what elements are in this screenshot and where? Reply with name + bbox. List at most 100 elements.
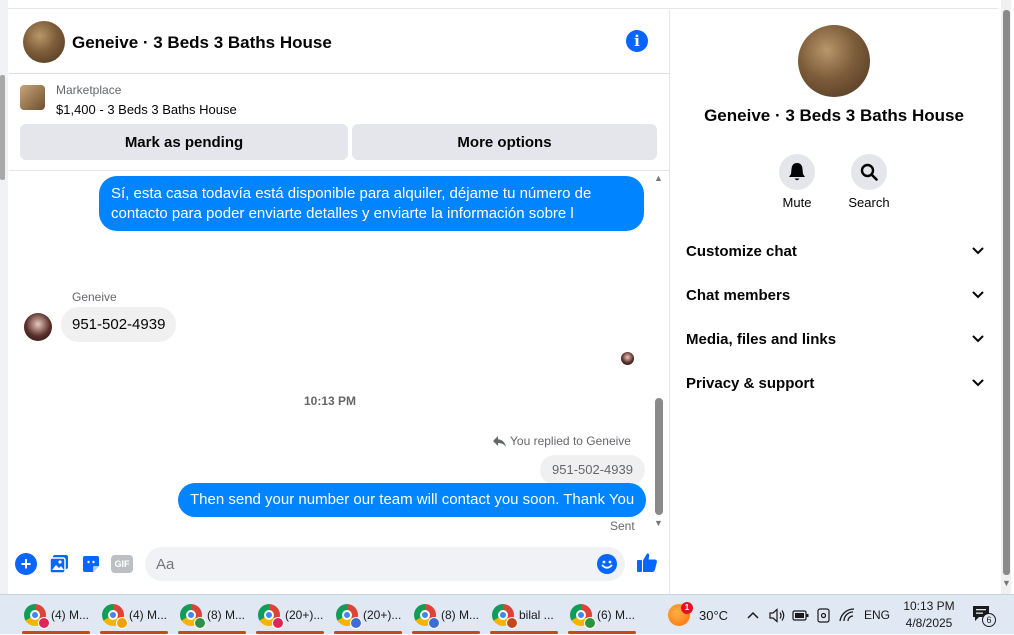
taskbar-item-label: (20+)...	[285, 608, 324, 622]
chrome-icon	[570, 604, 596, 629]
mute-label: Mute	[782, 195, 812, 210]
section-label: Privacy & support	[686, 374, 815, 392]
divider	[9, 170, 669, 171]
search-icon	[860, 163, 878, 181]
wifi-icon[interactable]	[839, 608, 855, 622]
scroll-down-arrow-icon[interactable]: ▼	[1002, 578, 1011, 588]
chevron-down-icon	[972, 335, 984, 343]
chrome-icon	[492, 604, 518, 629]
section-label: Customize chat	[686, 242, 797, 260]
profile-badge-icon	[506, 617, 518, 629]
more-options-button[interactable]: More options	[352, 124, 657, 160]
taskbar-item[interactable]: (20+)...	[332, 595, 404, 635]
chat-title[interactable]: Geneive · 3 Beds 3 Baths House	[72, 33, 332, 53]
panel-title: Geneive · 3 Beds 3 Baths House	[704, 106, 964, 125]
taskbar-item[interactable]: (4) M...	[98, 595, 170, 635]
chrome-icon	[180, 604, 206, 629]
taskbar-item-label: (20+)...	[363, 608, 402, 622]
battery-icon[interactable]	[792, 609, 809, 622]
chat-scroll-thumb[interactable]	[655, 398, 663, 515]
chevron-down-icon	[972, 379, 984, 387]
thumbs-up-icon[interactable]	[636, 551, 658, 573]
camera-icon[interactable]	[816, 607, 831, 623]
profile-badge-icon	[272, 617, 284, 629]
sender-avatar[interactable]	[24, 313, 52, 341]
section-customize-chat[interactable]: Customize chat	[686, 236, 984, 266]
reply-icon	[493, 435, 506, 447]
clock[interactable]: 10:13 PM 4/8/2025	[898, 598, 960, 632]
clock-date: 4/8/2025	[905, 616, 953, 630]
tray-icons: ENG	[746, 595, 890, 635]
chrome-icon	[102, 604, 128, 629]
seen-indicator-avatar	[621, 352, 634, 365]
taskbar-item[interactable]: (8) M...	[176, 595, 248, 635]
profile-badge-icon	[428, 617, 440, 629]
volume-icon[interactable]	[769, 607, 786, 623]
section-label: Media, files and links	[686, 330, 837, 348]
taskbar-item[interactable]: bilal ...	[488, 595, 560, 635]
scroll-up-arrow-icon[interactable]: ▲	[654, 173, 663, 183]
taskbar-item[interactable]: (6) M...	[566, 595, 638, 635]
reply-note: You replied to Geneive	[493, 434, 631, 448]
notification-icon[interactable]: 6	[972, 605, 996, 627]
sender-name: Geneive	[72, 290, 117, 304]
taskbar-item-label: (4) M...	[129, 608, 167, 622]
page-scroll-thumb[interactable]	[1003, 10, 1010, 575]
taskbar-item-label: bilal ...	[519, 608, 554, 622]
incoming-message[interactable]: 951-502-4939	[61, 307, 177, 342]
top-edge	[8, 0, 998, 9]
taskbar-item[interactable]: (8) M...	[410, 595, 482, 635]
weather-badge: 1	[681, 602, 693, 614]
temperature[interactable]: 30°C	[699, 595, 728, 635]
panel-divider	[669, 10, 670, 594]
taskbar-item-label: (4) M...	[51, 608, 89, 622]
message-input[interactable]	[145, 547, 625, 581]
replied-message-quote[interactable]: 951-502-4939	[540, 455, 645, 485]
plus-icon[interactable]: +	[15, 553, 37, 575]
profile-badge-icon	[194, 617, 206, 629]
chrome-icon	[414, 604, 440, 629]
chrome-icon	[336, 604, 362, 629]
profile-badge-icon	[350, 617, 362, 629]
scroll-down-arrow-icon[interactable]: ▼	[654, 518, 663, 528]
chat-header: Geneive · 3 Beds 3 Baths House i	[9, 10, 669, 74]
chevron-up-icon[interactable]	[746, 610, 760, 620]
mark-as-pending-button[interactable]: Mark as pending	[20, 124, 348, 160]
section-label: Chat members	[686, 286, 791, 304]
chrome-icon	[258, 604, 284, 629]
taskbar-item[interactable]: (20+)...	[254, 595, 326, 635]
listing-thumbnail[interactable]	[20, 85, 45, 110]
outgoing-message[interactable]: Then send your number our team will cont…	[178, 483, 647, 517]
info-icon[interactable]: i	[626, 30, 648, 52]
language-indicator[interactable]: ENG	[864, 608, 890, 622]
search-button[interactable]	[851, 154, 887, 190]
taskbar-item-label: (6) M...	[597, 608, 635, 622]
taskbar-item-label: (8) M...	[207, 608, 245, 622]
profile-badge-icon	[38, 617, 50, 629]
section-privacy-support[interactable]: Privacy & support	[686, 368, 984, 398]
sticker-icon[interactable]	[80, 553, 102, 575]
chevron-down-icon	[972, 291, 984, 299]
taskbar-item-label: (8) M...	[441, 608, 479, 622]
outgoing-message[interactable]: Sí, esta casa todavía está disponible pa…	[99, 176, 644, 231]
clock-time: 10:13 PM	[903, 599, 955, 613]
panel-avatar[interactable]	[798, 25, 870, 97]
chevron-down-icon	[972, 247, 984, 255]
mute-button[interactable]	[779, 154, 815, 190]
left-scroll-thumb[interactable]	[0, 75, 5, 180]
contact-avatar[interactable]	[23, 21, 65, 63]
message-status: Sent	[610, 519, 635, 533]
bell-icon	[789, 163, 805, 181]
taskbar: (4) M... (4) M... (8) M... (20+)... (20+…	[0, 594, 1014, 634]
reply-note-text: You replied to Geneive	[510, 434, 631, 448]
photo-icon[interactable]	[48, 553, 70, 575]
notification-count: 6	[982, 613, 996, 627]
taskbar-item[interactable]: (4) M...	[20, 595, 92, 635]
profile-badge-icon	[584, 617, 596, 629]
listing-title[interactable]: $1,400 - 3 Beds 3 Baths House	[56, 102, 237, 117]
section-media-files-links[interactable]: Media, files and links	[686, 324, 984, 354]
section-chat-members[interactable]: Chat members	[686, 280, 984, 310]
emoji-icon[interactable]	[597, 554, 617, 574]
chrome-icon	[24, 604, 50, 629]
gif-icon[interactable]: GIF	[111, 555, 133, 573]
